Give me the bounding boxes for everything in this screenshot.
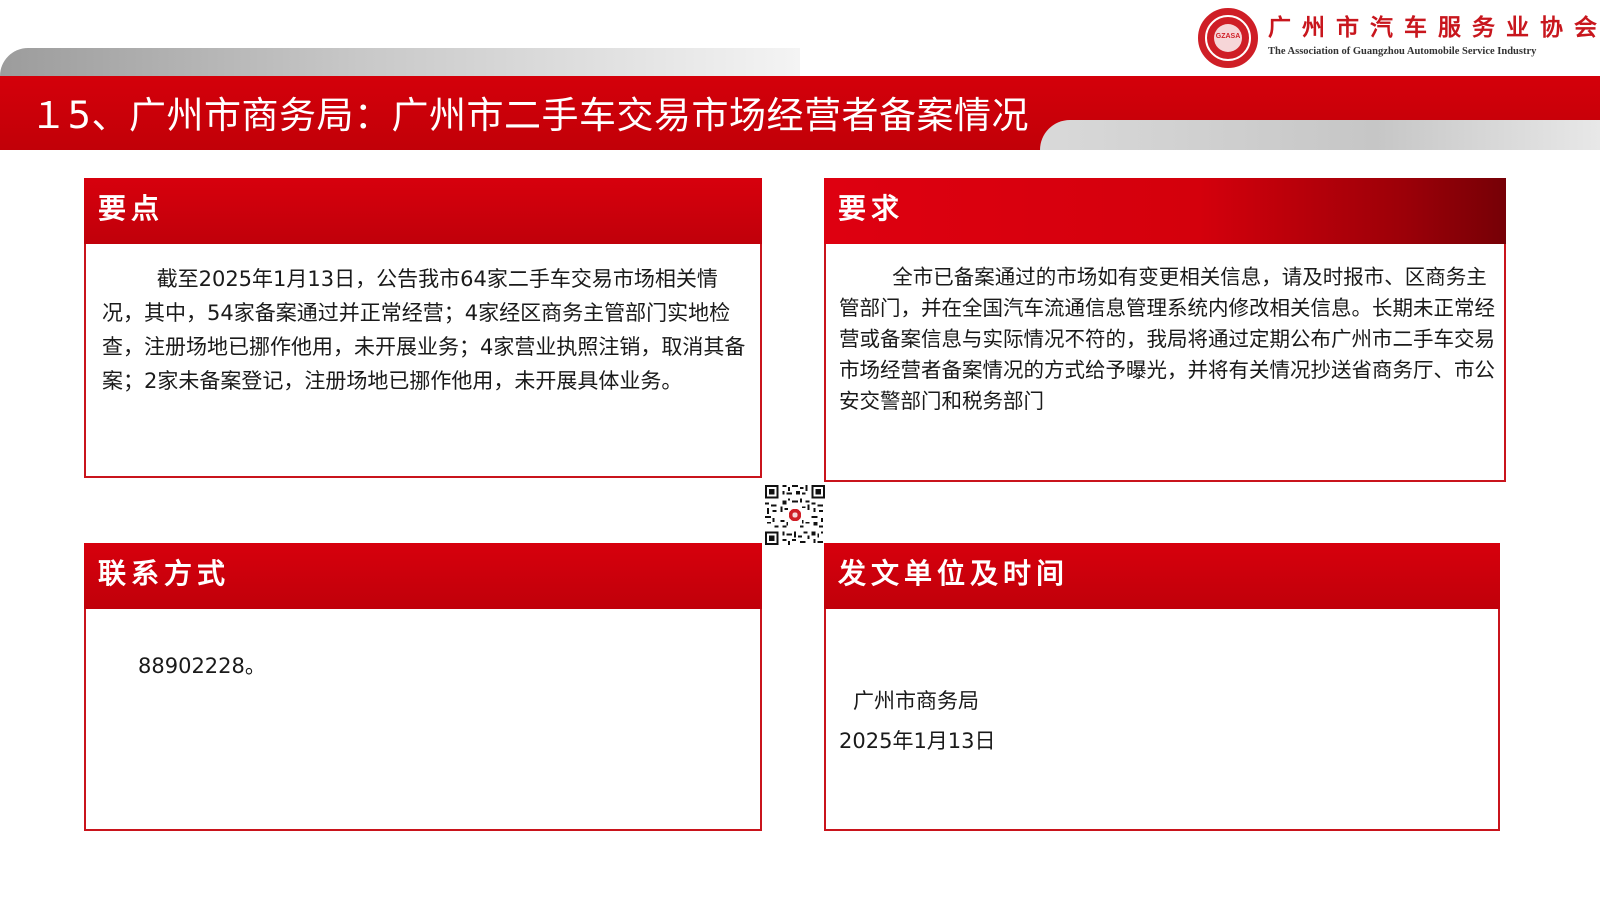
logo-name-cn: 广州市汽车服务业协会 — [1268, 15, 1600, 41]
key-points-heading: 要点 — [84, 178, 762, 244]
issuer-panel: 发文单位及时间 广州市商务局 2025年1月13日 — [824, 543, 1500, 831]
requirements-panel: 要求 全市已备案通过的市场如有变更相关信息，请及时报市、区商务主管部门，并在全国… — [824, 178, 1506, 482]
title-band-gray-tab — [1040, 120, 1600, 150]
issuer-heading: 发文单位及时间 — [824, 543, 1500, 609]
requirements-text: 全市已备案通过的市场如有变更相关信息，请及时报市、区商务主管部门，并在全国汽车流… — [839, 265, 1495, 413]
qr-code-icon — [763, 483, 827, 547]
issuer-date: 2025年1月13日 — [839, 729, 996, 753]
contact-panel: 联系方式 88902228。 — [84, 543, 762, 831]
association-seal-icon: GZASA — [1198, 8, 1258, 68]
contact-heading: 联系方式 — [84, 543, 762, 609]
issuer-org: 广州市商务局 — [853, 689, 979, 713]
contact-phone: 88902228。 — [138, 654, 266, 678]
key-points-panel: 要点 截至2025年1月13日，公告我市64家二手车交易市场相关情况，其中，54… — [84, 178, 762, 478]
key-points-body: 截至2025年1月13日，公告我市64家二手车交易市场相关情况，其中，54家备案… — [86, 244, 760, 476]
association-logo: GZASA 广州市汽车服务业协会 The Association of Guan… — [1198, 6, 1597, 70]
header-gray-strip — [0, 48, 800, 78]
requirements-body: 全市已备案通过的市场如有变更相关信息，请及时报市、区商务主管部门，并在全国汽车流… — [826, 244, 1504, 480]
slide-title: １5、广州市商务局：广州市二手车交易市场经营者备案情况 — [30, 94, 1030, 137]
requirements-heading: 要求 — [824, 178, 1506, 244]
key-points-text: 截至2025年1月13日，公告我市64家二手车交易市场相关情况，其中，54家备案… — [102, 267, 746, 393]
logo-name-en: The Association of Guangzhou Automobile … — [1268, 46, 1537, 57]
seal-text: GZASA — [1215, 33, 1241, 40]
issuer-body: 广州市商务局 2025年1月13日 — [826, 609, 1498, 829]
contact-body: 88902228。 — [86, 609, 760, 829]
